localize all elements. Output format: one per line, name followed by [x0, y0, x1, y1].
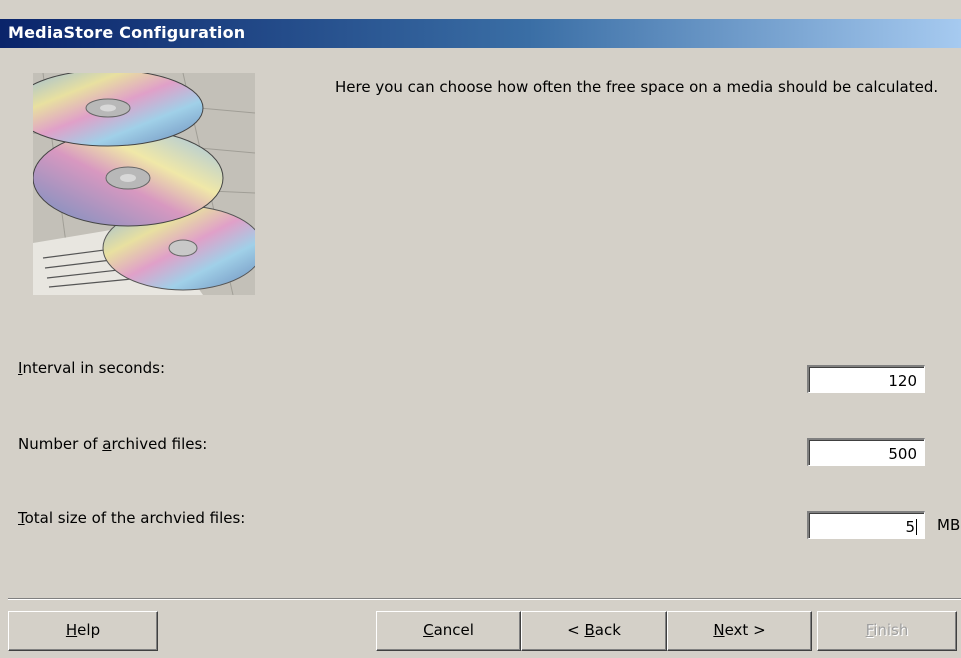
- footer-separator-highlight: [8, 599, 961, 600]
- cd-discs-image: [33, 73, 255, 295]
- back-prefix: <: [567, 621, 585, 639]
- finish-label: inish: [873, 621, 909, 639]
- cd-discs-icon: [33, 73, 255, 295]
- total-size-value: 5: [905, 518, 915, 536]
- intro-text: Here you can choose how often the free s…: [335, 78, 939, 96]
- next-button[interactable]: Next >: [667, 611, 812, 651]
- archived-count-label-text: rchived files:: [111, 435, 208, 453]
- text-caret: [916, 519, 917, 535]
- help-label: elp: [77, 621, 101, 639]
- archived-count-value: 500: [888, 445, 917, 463]
- back-button[interactable]: < Back: [521, 611, 667, 651]
- total-size-label: Total size of the archvied files:: [18, 509, 245, 527]
- finish-button[interactable]: Finish: [817, 611, 957, 651]
- total-size-label-text: otal size of the archvied files:: [24, 509, 246, 527]
- cancel-accesskey: C: [423, 621, 434, 639]
- total-size-input[interactable]: 5: [807, 511, 925, 539]
- cancel-label: ancel: [433, 621, 474, 639]
- next-accesskey: N: [713, 621, 725, 639]
- archived-count-label: Number of archived files:: [18, 435, 207, 453]
- help-accesskey: H: [65, 621, 78, 639]
- next-label: ext >: [724, 621, 766, 639]
- help-button[interactable]: Help: [8, 611, 158, 651]
- total-size-unit: MB: [937, 516, 961, 534]
- window-title: MediaStore Configuration: [8, 23, 246, 42]
- back-accesskey: B: [584, 621, 595, 639]
- interval-input[interactable]: 120: [807, 365, 925, 393]
- cancel-button[interactable]: Cancel: [376, 611, 521, 651]
- archived-count-input[interactable]: 500: [807, 438, 925, 466]
- interval-label-text: nterval in seconds:: [22, 359, 166, 377]
- total-size-label-accesskey: T: [18, 509, 25, 527]
- interval-label: Interval in seconds:: [18, 359, 165, 377]
- archived-count-label-pre: Number of: [18, 435, 103, 453]
- title-bar: MediaStore Configuration: [0, 19, 961, 48]
- back-label: ack: [594, 621, 621, 639]
- interval-value: 120: [888, 372, 917, 390]
